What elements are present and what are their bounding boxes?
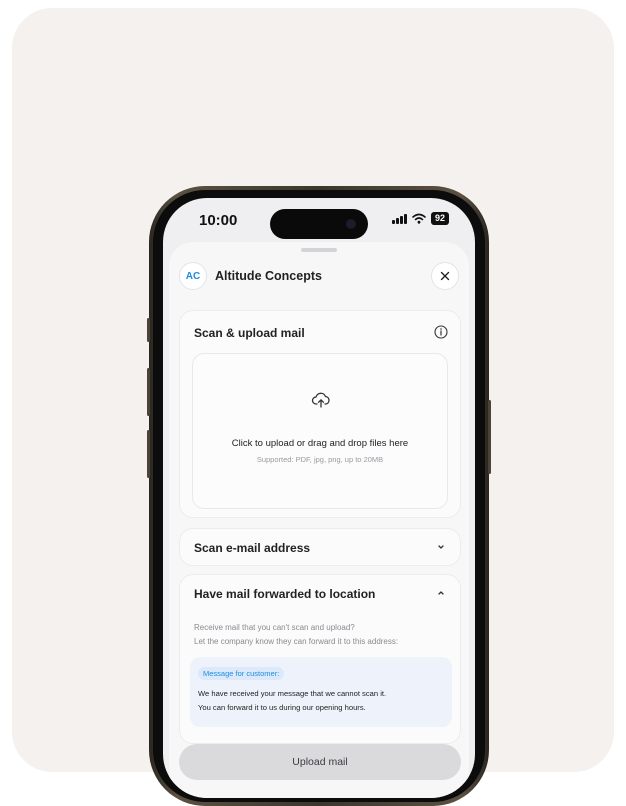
customer-message-line1: We have received your message that we ca… <box>198 689 387 698</box>
cloud-upload-icon <box>311 392 330 408</box>
chevron-down-icon <box>438 545 444 549</box>
status-icons: 92 <box>392 212 449 225</box>
forward-mail-accordion: Have mail forwarded to location Receive … <box>179 574 461 744</box>
close-icon <box>440 271 450 281</box>
info-icon[interactable] <box>434 325 448 339</box>
volume-up-button <box>147 368 150 416</box>
camera-icon <box>346 219 356 229</box>
volume-down-button <box>147 430 150 478</box>
dropzone-instructions: Click to upload or drag and drop files h… <box>231 438 409 449</box>
dropzone-supported-formats: Supported: PDF, jpg, png, up to 20MB <box>256 455 384 464</box>
scan-email-accordion[interactable]: Scan e-mail address <box>179 528 461 566</box>
wifi-icon <box>412 213 426 224</box>
forward-mail-title[interactable]: Have mail forwarded to location <box>194 587 375 601</box>
forward-description-line2: Let the company know they can forward it… <box>194 637 399 646</box>
sheet-header: AC Altitude Concepts <box>169 256 469 300</box>
status-time: 10:00 <box>199 212 238 229</box>
power-button <box>488 400 491 474</box>
avatar: AC <box>179 262 207 290</box>
scan-email-title: Scan e-mail address <box>194 541 311 555</box>
signal-icon <box>392 213 407 224</box>
dynamic-island <box>270 209 368 239</box>
customer-message-text: We have received your message that we ca… <box>198 687 386 715</box>
sheet-grabber[interactable] <box>301 248 337 252</box>
close-button[interactable] <box>431 262 459 290</box>
forward-description: Receive mail that you can't scan and upl… <box>194 621 398 649</box>
upload-mail-button[interactable]: Upload mail <box>179 744 461 780</box>
battery-icon: 92 <box>430 212 449 225</box>
status-bar: 10:00 92 <box>163 198 475 242</box>
action-button <box>147 318 150 342</box>
chevron-up-icon[interactable] <box>436 588 446 598</box>
company-name: Altitude Concepts <box>215 269 322 283</box>
bottom-sheet: AC Altitude Concepts Scan & upload mail <box>169 242 469 798</box>
scan-upload-panel: Scan & upload mail Click to upload or dr… <box>179 310 461 518</box>
customer-message-line2: You can forward it to us during our open… <box>198 703 366 712</box>
scan-upload-title: Scan & upload mail <box>194 326 305 340</box>
customer-message-box: Message for customer: We have received y… <box>190 657 452 727</box>
phone-screen: 10:00 92 AC Altitude Concepts Scan & upl… <box>163 198 475 798</box>
message-for-customer-badge: Message for customer: <box>198 667 285 680</box>
upload-dropzone[interactable]: Click to upload or drag and drop files h… <box>192 353 448 509</box>
forward-description-line1: Receive mail that you can't scan and upl… <box>194 623 355 632</box>
